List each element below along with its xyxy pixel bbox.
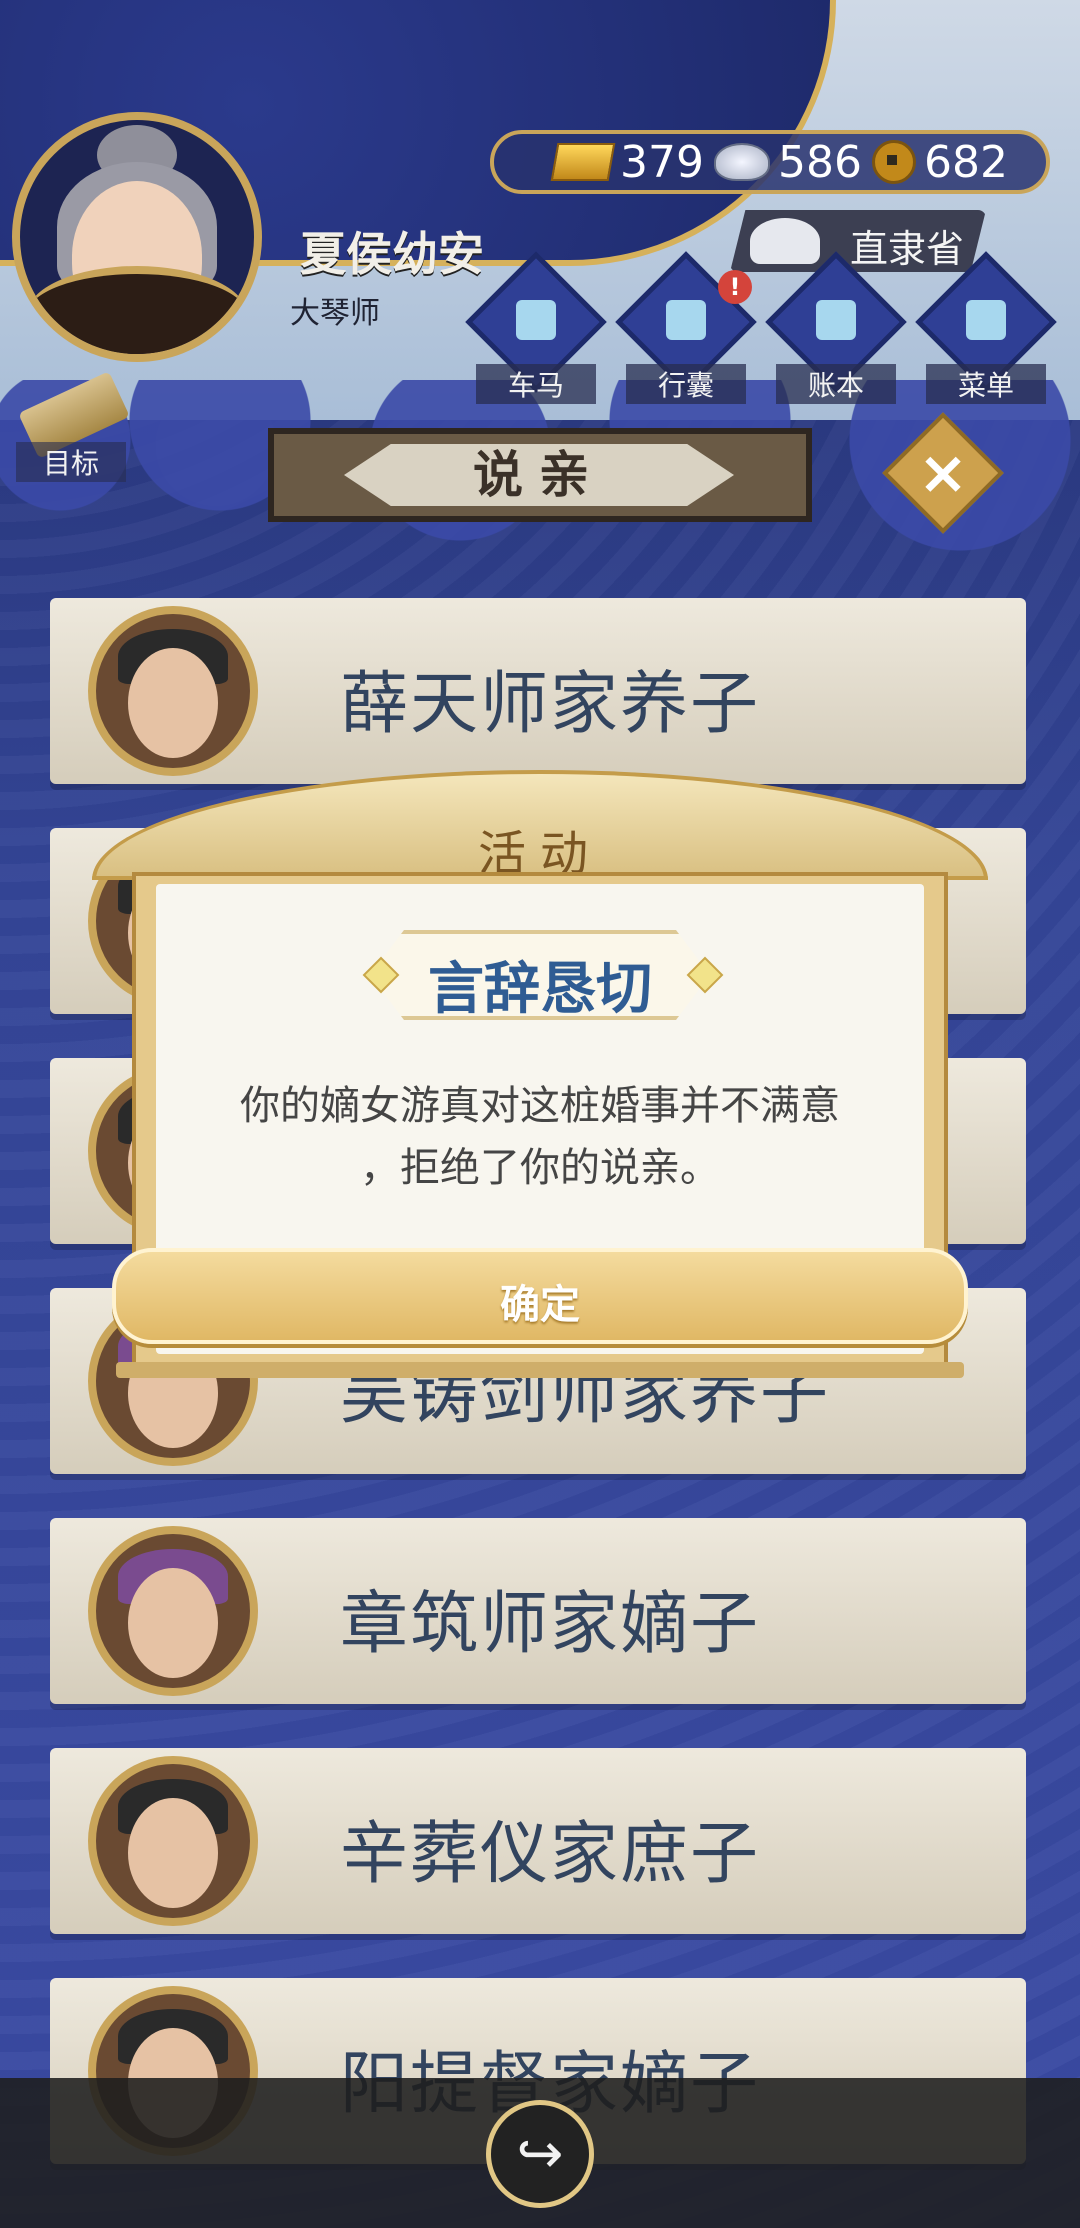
gold-currency: 379 xyxy=(550,136,704,188)
nav-label: 菜单 xyxy=(926,364,1046,404)
nav-ledger-button[interactable]: 账本 xyxy=(765,251,907,404)
nav-label: 车马 xyxy=(476,364,596,404)
gold-ingot-icon xyxy=(550,143,616,181)
modal-message-line-1: 你的嫡女游真对这桩婚事并不满意 xyxy=(240,1083,840,1129)
location-icon xyxy=(750,218,820,264)
candidate-name: 薛天师家养子 xyxy=(340,665,761,744)
silver-currency: 586 xyxy=(713,136,862,188)
silver-ingot-icon xyxy=(713,143,770,181)
candidate-name: 辛葬仪家庶子 xyxy=(340,1815,761,1894)
nav-bag-button[interactable]: ! 行囊 xyxy=(615,251,757,404)
list-item[interactable]: 薛天师家养子 xyxy=(50,598,1026,784)
portrait-face xyxy=(128,1568,218,1679)
modal-message-line-2: ，拒绝了你的说亲。 xyxy=(360,1145,720,1191)
nav-label: 行囊 xyxy=(626,364,746,404)
page-title-plaque: 说亲 xyxy=(268,428,812,522)
nav-carriage-button[interactable]: 车马 xyxy=(465,251,607,404)
carriage-icon xyxy=(516,300,556,340)
avatar[interactable] xyxy=(12,112,262,362)
page-title: 说亲 xyxy=(344,444,734,506)
list-item[interactable]: 辛葬仪家庶子 xyxy=(50,1748,1026,1934)
list-item[interactable]: 章筑师家嫡子 xyxy=(50,1518,1026,1704)
nav-menu-button[interactable]: 菜单 xyxy=(915,251,1057,404)
player-title: 大琴师 xyxy=(290,296,380,331)
candidate-portrait xyxy=(88,1526,258,1696)
close-icon: × xyxy=(917,438,969,508)
nav-label: 账本 xyxy=(776,364,896,404)
ledger-icon xyxy=(816,300,856,340)
confirm-label: 确定 xyxy=(500,1282,580,1328)
candidate-portrait xyxy=(88,1756,258,1926)
gold-value: 379 xyxy=(620,136,704,188)
copper-coin-icon xyxy=(871,140,916,184)
confirm-button[interactable]: 确定 xyxy=(112,1248,968,1344)
portrait-face xyxy=(128,648,218,759)
bag-icon xyxy=(666,300,706,340)
alert-icon: ! xyxy=(718,270,752,304)
avatar-robe xyxy=(27,266,247,354)
share-icon: ↪ xyxy=(516,2121,564,2187)
candidate-name: 章筑师家嫡子 xyxy=(340,1585,761,1664)
modal-bottom-bar xyxy=(116,1362,964,1378)
player-name: 夏侯幼安 xyxy=(300,227,484,281)
location-badge[interactable]: 直隶省 xyxy=(730,210,986,272)
portrait-face xyxy=(128,1798,218,1909)
share-button[interactable]: ↪ xyxy=(486,2100,594,2208)
coin-currency: 682 xyxy=(871,136,1008,188)
currency-bar: 379 586 682 xyxy=(490,130,1050,194)
modal-message: 你的嫡女游真对这桩婚事并不满意 ，拒绝了你的说亲。 xyxy=(196,1075,884,1199)
goal-button[interactable]: 目标 xyxy=(16,371,130,482)
candidate-portrait xyxy=(88,606,258,776)
goal-label: 目标 xyxy=(16,442,126,482)
menu-icon xyxy=(966,300,1006,340)
silver-value: 586 xyxy=(777,136,862,188)
modal-subtitle-plaque: 言辞恳切 xyxy=(370,930,710,1020)
location-label: 直隶省 xyxy=(850,227,965,271)
modal-subtitle: 言辞恳切 xyxy=(428,957,652,1022)
coin-value: 682 xyxy=(923,136,1008,188)
